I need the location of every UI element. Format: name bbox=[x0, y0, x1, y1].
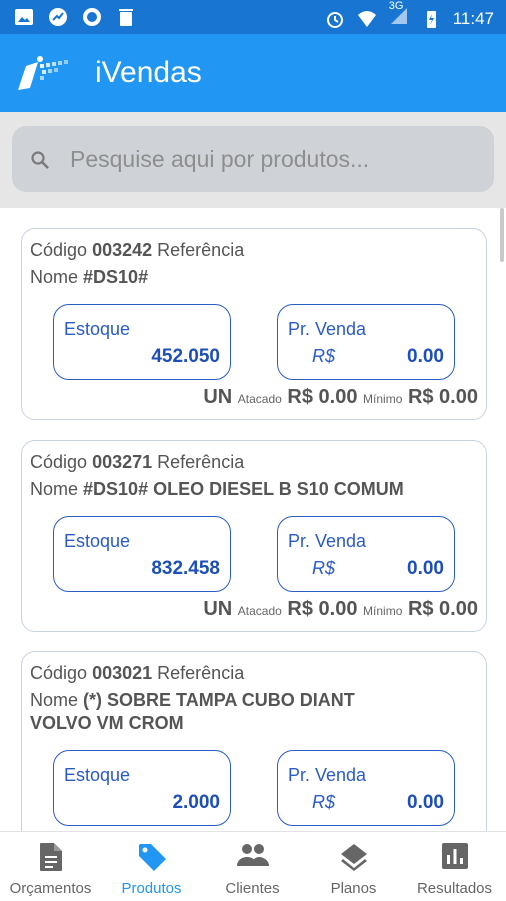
atacado-value: R$ 0.00 bbox=[287, 598, 358, 620]
nav-label: Resultados bbox=[416, 880, 493, 897]
unit-value: UN bbox=[203, 598, 233, 620]
bottom-navigation: Orçamentos Produtos Clientes Planos Resu… bbox=[0, 831, 506, 901]
nav-label: Orçamentos bbox=[9, 880, 92, 897]
nav-planos[interactable]: Planos bbox=[303, 832, 404, 901]
product-list[interactable]: Código 003242 Referência Nome #DS10# Est… bbox=[0, 208, 506, 831]
product-card[interactable]: Código 003021 Referência Nome (*) SOBRE … bbox=[21, 651, 487, 831]
estoque-value: 832.458 bbox=[151, 558, 220, 579]
minimo-value: R$ 0.00 bbox=[407, 386, 478, 408]
layers-icon bbox=[340, 844, 367, 871]
nav-orcamentos[interactable]: Orçamentos bbox=[0, 832, 101, 901]
prvenda-label: Pr. Venda bbox=[288, 765, 367, 785]
search-icon bbox=[31, 151, 49, 169]
nome-line: Nome #DS10# OLEO DIESEL B S10 COMUM bbox=[30, 479, 404, 500]
atacado-value: R$ 0.00 bbox=[287, 386, 358, 408]
tag-icon bbox=[138, 844, 166, 871]
price-summary-row: UN Atacado R$ 0.00 Mínimo R$ 0.00 bbox=[203, 598, 478, 621]
nav-label: Produtos bbox=[121, 880, 182, 897]
prvenda-value: 0.00 bbox=[407, 558, 444, 579]
codigo-line: Código 003242 Referência bbox=[30, 240, 244, 261]
codigo-label: Código bbox=[30, 663, 88, 683]
referencia-label: Referência bbox=[157, 240, 245, 260]
referencia-label: Referência bbox=[157, 452, 245, 472]
prvenda-label: Pr. Venda bbox=[288, 531, 367, 551]
nav-produtos[interactable]: Produtos bbox=[101, 832, 202, 901]
prvenda-label: Pr. Venda bbox=[288, 319, 367, 339]
codigo-value: 003242 bbox=[92, 240, 153, 260]
currency-symbol: R$ bbox=[312, 346, 336, 366]
estoque-value: 452.050 bbox=[151, 346, 220, 367]
estoque-box: Estoque 452.050 bbox=[53, 304, 231, 380]
estoque-box: Estoque 2.000 bbox=[53, 750, 231, 826]
nome-line: Nome #DS10# bbox=[30, 267, 148, 288]
codigo-value: 003271 bbox=[92, 452, 153, 472]
price-summary-row: UN Atacado R$ 0.00 Mínimo R$ 0.00 bbox=[203, 386, 478, 409]
network-type: 3G bbox=[388, 0, 404, 12]
minimo-value: R$ 0.00 bbox=[407, 598, 478, 620]
estoque-value: 2.000 bbox=[172, 792, 220, 813]
product-card[interactable]: Código 003271 Referência Nome #DS10# OLE… bbox=[21, 440, 487, 632]
estoque-label: Estoque bbox=[64, 765, 131, 785]
battery-icon bbox=[426, 10, 436, 28]
nome-label: Nome bbox=[30, 690, 79, 710]
nome-value: #DS10# bbox=[83, 267, 149, 287]
search-area bbox=[0, 112, 506, 208]
nome-value: (*) SOBRE TAMPA CUBO DIANT bbox=[83, 690, 355, 710]
atacado-label: Atacado bbox=[237, 392, 282, 406]
minimo-label: Mínimo bbox=[363, 392, 403, 406]
status-bar: 3G 11:47 bbox=[0, 0, 506, 34]
codigo-line: Código 003271 Referência bbox=[30, 452, 244, 473]
nome-label: Nome bbox=[30, 267, 79, 287]
image-notification-icon bbox=[15, 9, 33, 25]
estoque-box: Estoque 832.458 bbox=[53, 516, 231, 592]
currency-symbol: R$ bbox=[312, 792, 336, 812]
nome-line-2: VOLVO VM CROM bbox=[30, 713, 184, 734]
codigo-label: Código bbox=[30, 452, 88, 472]
codigo-value: 003021 bbox=[92, 663, 153, 683]
nav-clientes[interactable]: Clientes bbox=[202, 832, 303, 901]
clock-time: 11:47 bbox=[452, 8, 494, 28]
trash-notification-icon bbox=[119, 9, 133, 26]
bar-chart-icon bbox=[441, 843, 468, 869]
record-notification-icon bbox=[83, 8, 101, 26]
estoque-label: Estoque bbox=[64, 319, 131, 339]
app-title: iVendas bbox=[95, 56, 202, 89]
nome-value-continued: VOLVO VM CROM bbox=[30, 713, 184, 733]
product-card[interactable]: Código 003242 Referência Nome #DS10# Est… bbox=[21, 228, 487, 420]
people-icon bbox=[236, 844, 269, 866]
wifi-icon bbox=[357, 10, 376, 27]
nav-label: Planos bbox=[330, 880, 377, 897]
ivendas-logo-icon bbox=[18, 56, 68, 90]
app-bar: iVendas bbox=[0, 34, 506, 112]
search-input[interactable] bbox=[68, 140, 482, 178]
referencia-label: Referência bbox=[157, 663, 245, 683]
alarm-icon bbox=[326, 11, 343, 28]
scrollbar[interactable] bbox=[500, 208, 504, 262]
cell-signal: 3G bbox=[389, 0, 409, 31]
nome-label: Nome bbox=[30, 479, 79, 499]
search-bar[interactable] bbox=[12, 126, 494, 192]
prvenda-box: Pr. Venda R$ 0.00 bbox=[277, 304, 455, 380]
speed-notification-icon bbox=[49, 8, 67, 26]
nav-resultados[interactable]: Resultados bbox=[404, 832, 505, 901]
nome-value: #DS10# OLEO DIESEL B S10 COMUM bbox=[83, 479, 404, 499]
currency-symbol: R$ bbox=[312, 558, 336, 578]
atacado-label: Atacado bbox=[237, 604, 282, 618]
prvenda-box: Pr. Venda R$ 0.00 bbox=[277, 750, 455, 826]
nome-line: Nome (*) SOBRE TAMPA CUBO DIANT bbox=[30, 690, 355, 711]
document-icon bbox=[39, 843, 62, 871]
prvenda-value: 0.00 bbox=[407, 792, 444, 813]
minimo-label: Mínimo bbox=[363, 604, 403, 618]
codigo-label: Código bbox=[30, 240, 88, 260]
codigo-line: Código 003021 Referência bbox=[30, 663, 244, 684]
unit-value: UN bbox=[203, 386, 233, 408]
prvenda-value: 0.00 bbox=[407, 346, 444, 367]
prvenda-box: Pr. Venda R$ 0.00 bbox=[277, 516, 455, 592]
nav-label: Clientes bbox=[225, 880, 280, 897]
estoque-label: Estoque bbox=[64, 531, 131, 551]
